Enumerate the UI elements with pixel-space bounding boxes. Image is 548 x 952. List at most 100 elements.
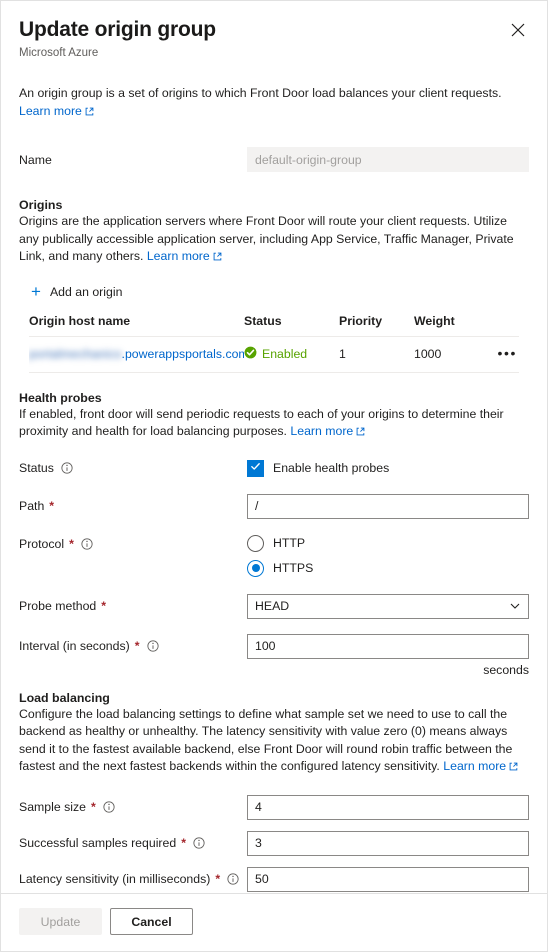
name-label: Name [19,152,247,168]
required-marker: * [101,599,107,613]
origins-table-header-row: Origin host name Status Priority Weight [29,311,519,337]
path-row: Path * [19,493,529,519]
origins-learn-more-link[interactable]: Learn more [147,249,222,263]
load-balancing-section-title: Load balancing [19,690,110,705]
cell-origin-host-name: portalmechanics.powerappsportals.com [29,336,244,373]
info-icon[interactable] [81,537,93,550]
protocol-row: Protocol * HTTP HTTPS [19,534,529,577]
path-label: Path * [19,498,247,514]
cell-origin-menu: ••• [489,336,519,373]
origin-host-domain: .powerappsportals.com [121,346,244,361]
intro-learn-more-label: Learn more [19,103,82,118]
status-text: Enabled [262,346,308,361]
interval-input[interactable] [247,633,529,659]
health-probes-learn-more-label: Learn more [290,424,354,438]
table-row[interactable]: portalmechanics.powerappsportals.com Ena… [29,336,519,373]
successful-samples-label: Successful samples required * [19,835,247,851]
origin-host-redacted: portalmechanics [29,346,122,361]
protocol-label: Protocol * [19,535,247,552]
probe-method-value: HEAD [255,599,290,613]
cell-origin-status: Enabled [244,336,339,373]
enable-health-probes-checkbox[interactable] [247,459,264,477]
cancel-button[interactable]: Cancel [110,908,193,935]
protocol-field-wrap: HTTP HTTPS [247,534,529,577]
panel-body: An origin group is a set of origins to w… [1,61,547,893]
successful-samples-field-wrap [247,830,529,856]
name-field-wrap [247,147,529,172]
origins-learn-more-label: Learn more [146,249,210,263]
protocol-radio-group: HTTP HTTPS [247,534,529,577]
load-balancing-learn-more-label: Learn more [443,759,507,773]
load-balancing-section-description: Configure the load balancing settings to… [19,706,529,777]
info-icon[interactable] [146,640,159,652]
radio-option-https[interactable]: HTTPS [247,559,529,577]
sample-size-row: Sample size * [19,794,529,820]
info-icon[interactable] [227,873,239,885]
name-label-text: Name [19,152,52,167]
external-link-icon [509,759,518,777]
load-balancing-learn-more-link[interactable]: Learn more [443,759,518,773]
successful-samples-input[interactable] [247,830,529,856]
health-probes-learn-more-link[interactable]: Learn more [290,424,365,438]
info-icon[interactable] [193,837,205,849]
probe-method-label-text: Probe method [19,599,97,613]
enable-health-probes-field: Enable health probes [247,459,529,477]
radio-dot [251,564,260,572]
latency-sensitivity-row: Latency sensitivity (in milliseconds) * [19,866,529,892]
health-probes-section-description: If enabled, front door will send periodi… [19,406,529,442]
required-marker: * [49,499,55,513]
probe-method-select[interactable]: HEAD [247,593,529,619]
intro-learn-more-link[interactable]: Learn more [19,104,94,118]
latency-sensitivity-field-wrap [247,866,529,892]
path-input[interactable] [247,493,529,519]
intro-text: An origin group is a set of origins to w… [19,85,529,121]
radio-option-http[interactable]: HTTP [247,534,529,552]
status-label-text: Status [19,461,54,475]
sample-size-label-text: Sample size [19,800,86,814]
info-icon[interactable] [103,801,115,813]
sample-size-field-wrap [247,794,529,820]
column-header-host: Origin host name [29,311,244,337]
path-label-text: Path [19,499,45,513]
protocol-label-text: Protocol [19,536,65,551]
origins-description-text: Origins are the application servers wher… [19,214,514,263]
probe-method-row: Probe method * HEAD [19,593,529,619]
external-link-icon [213,249,222,267]
page-title: Update origin group [19,18,216,41]
column-header-priority: Priority [339,311,414,337]
info-icon[interactable] [61,462,73,474]
probe-method-field-wrap: HEAD [247,593,529,619]
sample-size-label: Sample size * [19,799,247,815]
health-probes-description-text: If enabled, front door will send periodi… [19,406,504,439]
update-button[interactable]: Update [19,908,102,935]
radio-http-icon[interactable] [247,534,264,552]
radio-https-icon[interactable] [247,559,264,577]
close-icon [511,23,525,37]
cell-origin-weight: 1000 [414,336,489,373]
enable-health-probes-label: Enable health probes [273,461,390,475]
latency-sensitivity-input[interactable] [247,866,529,892]
page-subtitle: Microsoft Azure [19,47,99,59]
enable-health-probes-row[interactable]: Enable health probes [247,459,529,477]
panel-header: Update origin group Microsoft Azure [1,1,547,61]
radio-https-label: HTTPS [273,561,314,575]
load-balancing-description-text: Configure the load balancing settings to… [19,706,513,774]
status-row: Status Enable health probes [19,459,529,477]
sample-size-input[interactable] [247,794,529,820]
add-origin-button[interactable]: + Add an origin [29,282,124,302]
panel-footer: Update Cancel [1,893,547,951]
column-header-status: Status [244,311,339,337]
close-button[interactable] [505,17,531,43]
name-row: Name [19,147,529,172]
health-probes-section-title: Health probes [19,390,102,405]
required-marker: * [181,836,186,850]
required-marker: * [215,872,221,886]
more-options-icon[interactable]: ••• [495,346,519,360]
checkmark-icon [250,459,261,477]
add-origin-label: Add an origin [49,284,123,299]
check-circle-icon [244,346,257,362]
external-link-icon [356,424,365,442]
interval-label: Interval (in seconds) * [19,638,247,654]
required-marker: * [134,639,140,653]
intro-description: An origin group is a set of origins to w… [19,86,502,100]
